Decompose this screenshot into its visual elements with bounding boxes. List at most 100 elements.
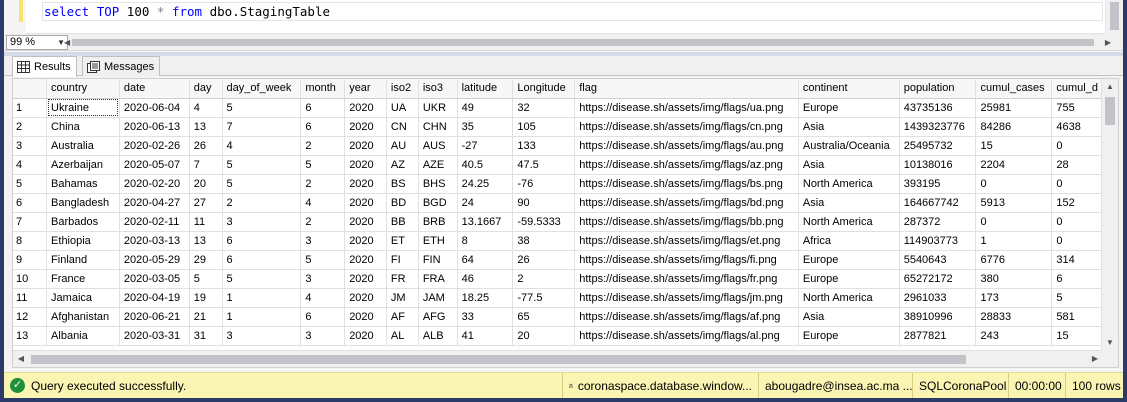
- grid-cell[interactable]: 2020-04-27: [119, 193, 190, 213]
- grid-cell[interactable]: 2020: [344, 98, 387, 118]
- grid-cell[interactable]: AF: [386, 307, 419, 327]
- column-header[interactable]: iso2: [386, 79, 419, 99]
- grid-cell[interactable]: 6: [300, 98, 346, 118]
- grid-cell[interactable]: 32: [512, 98, 576, 118]
- grid-cell[interactable]: 4: [189, 98, 223, 118]
- grid-cell[interactable]: 2020-02-11: [119, 212, 190, 232]
- tab-messages[interactable]: Messages: [82, 56, 161, 76]
- grid-cell[interactable]: 2877821: [899, 326, 977, 346]
- grid-cell[interactable]: 31: [189, 326, 223, 346]
- grid-cell[interactable]: 2020-03-31: [119, 326, 190, 346]
- grid-cell[interactable]: 5: [222, 98, 302, 118]
- grid-cell[interactable]: 2020-06-13: [119, 117, 190, 137]
- grid-cell[interactable]: 2: [300, 136, 346, 156]
- grid-cell[interactable]: Bangladesh: [46, 193, 120, 213]
- grid-cell[interactable]: 2020-05-07: [119, 155, 190, 175]
- grid-cell[interactable]: 5: [222, 174, 302, 194]
- grid-cell[interactable]: 2020: [344, 136, 387, 156]
- grid-cell[interactable]: 41: [457, 326, 514, 346]
- grid-cell[interactable]: 3: [300, 269, 346, 289]
- scroll-down-icon[interactable]: ▼: [1102, 335, 1118, 351]
- grid-cell[interactable]: 24.25: [457, 174, 514, 194]
- grid-cell[interactable]: https://disease.sh/assets/img/flags/et.p…: [574, 231, 799, 251]
- grid-cell[interactable]: 2020: [344, 155, 387, 175]
- grid-cell[interactable]: 243: [975, 326, 1053, 346]
- scroll-left-icon[interactable]: ◀: [13, 351, 29, 367]
- grid-cell[interactable]: -59.5333: [512, 212, 576, 232]
- editor-hscroll-thumb[interactable]: [72, 39, 1094, 46]
- grid-cell[interactable]: 90: [512, 193, 576, 213]
- column-header[interactable]: day_of_week: [222, 79, 302, 99]
- row-number[interactable]: 6: [13, 193, 48, 213]
- grid-cell[interactable]: 6: [300, 117, 346, 137]
- grid-cell[interactable]: 164667742: [899, 193, 977, 213]
- grid-cell[interactable]: 2020: [344, 326, 387, 346]
- grid-cell[interactable]: https://disease.sh/assets/img/flags/fi.p…: [574, 250, 799, 270]
- grid-cell[interactable]: 27: [189, 193, 223, 213]
- grid-cell[interactable]: FI: [386, 250, 419, 270]
- editor-scroll-thumb[interactable]: [1110, 2, 1119, 30]
- row-number[interactable]: 12: [13, 307, 48, 327]
- grid-cell[interactable]: 2: [512, 269, 576, 289]
- grid-cell[interactable]: CHN: [418, 117, 458, 137]
- grid-cell[interactable]: 38910996: [899, 307, 977, 327]
- grid-cell[interactable]: 3: [300, 231, 346, 251]
- grid-cell[interactable]: 7: [189, 155, 223, 175]
- grid-cell[interactable]: AL: [386, 326, 419, 346]
- grid-cell[interactable]: Asia: [798, 193, 900, 213]
- grid-cell[interactable]: 8: [457, 231, 514, 251]
- grid-cell[interactable]: JAM: [418, 288, 458, 308]
- grid-cell[interactable]: https://disease.sh/assets/img/flags/az.p…: [574, 155, 799, 175]
- results-table[interactable]: country date day day_of_week month year iso2 is…: [13, 79, 1118, 346]
- grid-cell[interactable]: 65272172: [899, 269, 977, 289]
- grid-cell[interactable]: 0: [975, 212, 1053, 232]
- column-header[interactable]: continent: [798, 79, 900, 99]
- grid-cell[interactable]: 1: [222, 307, 302, 327]
- grid-cell[interactable]: 6776: [975, 250, 1053, 270]
- table-row[interactable]: 13 Albania 2020-03-31 31 3 3 2020 AL ALB 41 20 http…: [13, 326, 1118, 346]
- table-row[interactable]: 6 Bangladesh 2020-04-27 27 2 4 2020 BD BGD 24 90 ht…: [13, 193, 1118, 213]
- table-row[interactable]: 4 Azerbaijan 2020-05-07 7 5 5 2020 AZ AZE 40.5 47.…: [13, 155, 1118, 175]
- grid-cell[interactable]: 10138016: [899, 155, 977, 175]
- row-number[interactable]: 9: [13, 250, 48, 270]
- grid-cell[interactable]: 6: [300, 307, 346, 327]
- grid-cell[interactable]: 2: [222, 193, 302, 213]
- grid-cell[interactable]: ETH: [418, 231, 458, 251]
- row-number[interactable]: 11: [13, 288, 48, 308]
- grid-cell[interactable]: 13: [189, 231, 223, 251]
- column-header[interactable]: cumul_cases: [975, 79, 1053, 99]
- grid-cell[interactable]: 133: [512, 136, 576, 156]
- grid-cell[interactable]: https://disease.sh/assets/img/flags/jm.p…: [574, 288, 799, 308]
- grid-cell[interactable]: 5540643: [899, 250, 977, 270]
- grid-cell[interactable]: 173: [975, 288, 1053, 308]
- grid-cell[interactable]: https://disease.sh/assets/img/flags/ua.p…: [574, 98, 799, 118]
- grid-cell[interactable]: 2961033: [899, 288, 977, 308]
- grid-cell[interactable]: North America: [798, 288, 900, 308]
- grid-cell[interactable]: Asia: [798, 155, 900, 175]
- grid-cell[interactable]: https://disease.sh/assets/img/flags/al.p…: [574, 326, 799, 346]
- row-number[interactable]: 10: [13, 269, 48, 289]
- row-number[interactable]: 7: [13, 212, 48, 232]
- scroll-left-icon[interactable]: ◀: [64, 38, 70, 47]
- grid-cell[interactable]: -77.5: [512, 288, 576, 308]
- results-grid[interactable]: country date day day_of_week month year iso2 is…: [12, 78, 1119, 368]
- grid-vscroll-thumb[interactable]: [1105, 97, 1115, 125]
- grid-cell[interactable]: 5913: [975, 193, 1053, 213]
- grid-cell[interactable]: 6: [222, 250, 302, 270]
- grid-cell[interactable]: 2020: [344, 212, 387, 232]
- grid-cell[interactable]: CN: [386, 117, 419, 137]
- grid-cell[interactable]: https://disease.sh/assets/img/flags/bd.p…: [574, 193, 799, 213]
- grid-cell[interactable]: 38: [512, 231, 576, 251]
- grid-cell[interactable]: JM: [386, 288, 419, 308]
- grid-cell[interactable]: BGD: [418, 193, 458, 213]
- column-header[interactable]: latitude: [457, 79, 514, 99]
- table-row[interactable]: 10 France 2020-03-05 5 5 3 2020 FR FRA 46 2 https:/…: [13, 269, 1118, 289]
- zoom-select[interactable]: 99 % ▼: [6, 35, 68, 50]
- table-row[interactable]: 5 Bahamas 2020-02-20 20 5 2 2020 BS BHS 24.25 -76 h…: [13, 174, 1118, 194]
- grid-cell[interactable]: https://disease.sh/assets/img/flags/af.p…: [574, 307, 799, 327]
- grid-cell[interactable]: Afghanistan: [46, 307, 120, 327]
- grid-cell[interactable]: FRA: [418, 269, 458, 289]
- grid-cell[interactable]: Ukraine: [46, 98, 120, 118]
- grid-cell[interactable]: 380: [975, 269, 1053, 289]
- grid-cell[interactable]: 2020: [344, 307, 387, 327]
